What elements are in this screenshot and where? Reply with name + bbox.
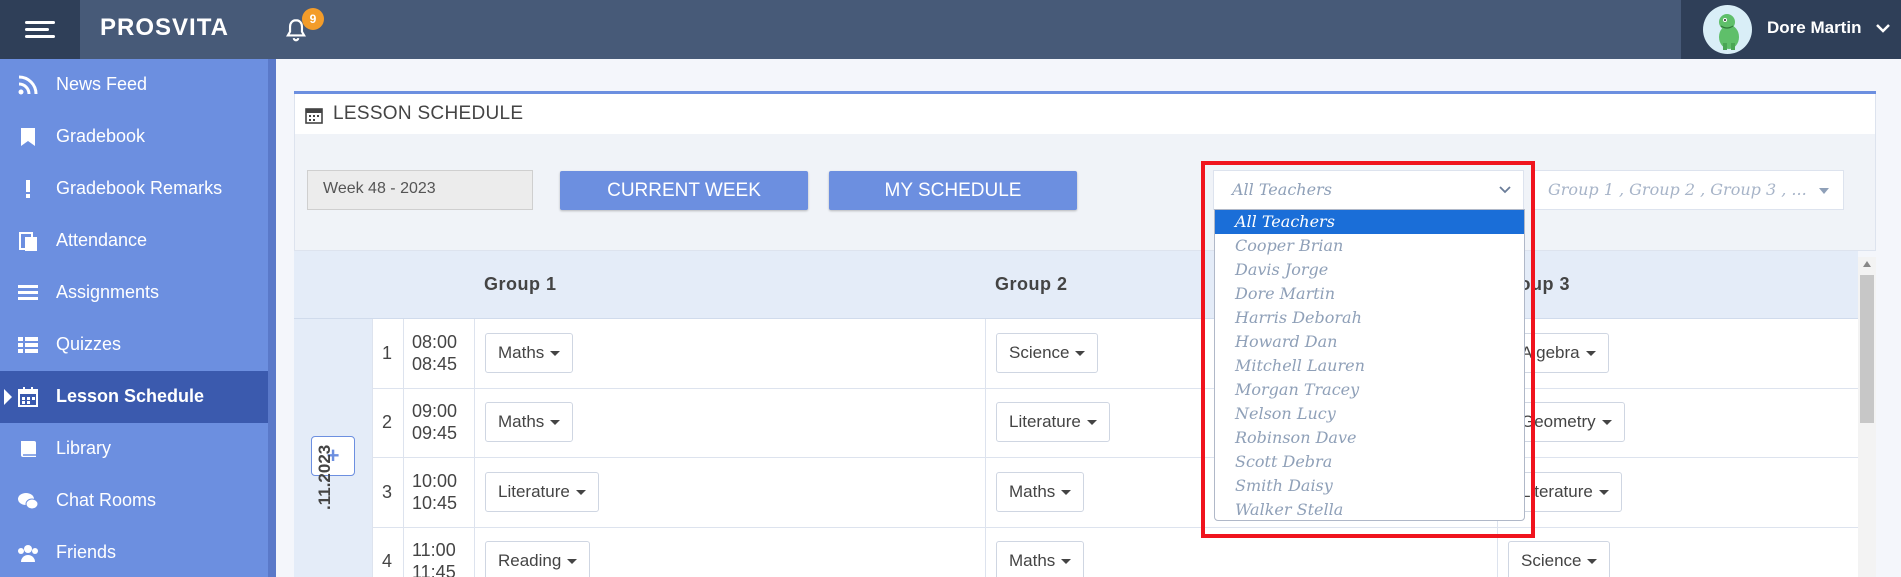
panel-header: LESSON SCHEDULE	[294, 94, 1876, 134]
sidebar-item-library[interactable]: Library	[0, 423, 268, 475]
row-divider	[372, 388, 1858, 389]
sidebar-item-friends[interactable]: Friends	[0, 527, 268, 577]
page-title: LESSON SCHEDULE	[333, 103, 524, 124]
sidebar-item-assignments[interactable]: Assignments	[0, 267, 268, 319]
sidebar-item-label: Lesson Schedule	[56, 386, 205, 406]
column-divider	[403, 319, 404, 577]
week-picker-input[interactable]: Week 48 - 2023	[307, 170, 533, 210]
my-schedule-button[interactable]: MY SCHEDULE	[829, 171, 1077, 210]
sidebar-item-label: Quizzes	[56, 334, 122, 354]
lesson-time: 11:00 11:45	[412, 540, 456, 577]
lesson-time: 08:00 08:45	[412, 332, 458, 374]
sidebar-item-news-feed[interactable]: News Feed	[0, 59, 268, 111]
sidebar-item-label: Attendance	[56, 230, 148, 250]
teacher-option[interactable]: Harris Deborah	[1215, 306, 1524, 330]
sidebar-item-label: Assignments	[56, 282, 160, 302]
users-icon	[18, 545, 38, 562]
teacher-option[interactable]: Walker Stella	[1215, 498, 1524, 520]
subject-dropdown[interactable]: Science	[996, 333, 1099, 373]
exclamation-icon	[26, 180, 30, 198]
lesson-number: 4	[381, 551, 392, 571]
row-divider	[372, 457, 1858, 458]
column-header-group-2: Group 2	[995, 274, 1068, 294]
list-icon	[18, 285, 38, 300]
top-bar: PROSVITA 9 Dore Martin	[0, 0, 1901, 59]
teacher-option[interactable]: Cooper Brian	[1215, 234, 1524, 258]
column-divider	[985, 319, 986, 577]
sidebar-item-label: News Feed	[56, 74, 148, 94]
bookmark-icon	[21, 128, 35, 146]
teacher-select[interactable]: All Teachers	[1213, 170, 1524, 210]
schedule-table-header: Group 1 Group 2 roup 3	[294, 251, 1858, 319]
avatar	[1703, 5, 1752, 54]
groups-select[interactable]: Group 1 , Group 2 , Group 3 , ...	[1531, 170, 1844, 210]
teacher-option[interactable]: Nelson Lucy	[1215, 402, 1524, 426]
dino-avatar-icon	[1719, 14, 1739, 50]
lesson-time: 10:00 10:45	[412, 471, 458, 513]
book-icon	[21, 441, 36, 457]
subject-dropdown[interactable]: Literature	[1508, 472, 1622, 512]
lesson-number: 3	[381, 482, 392, 502]
scroll-up-arrow-icon[interactable]	[1863, 261, 1871, 267]
subject-dropdown[interactable]: Literature	[485, 472, 599, 512]
sidebar-item-label: Library	[56, 438, 112, 458]
teacher-option[interactable]: All Teachers	[1215, 210, 1524, 234]
subject-dropdown[interactable]: Maths	[485, 402, 574, 442]
lesson-number: 1	[381, 343, 392, 363]
sidebar-item-label: Friends	[56, 542, 117, 562]
sidebar-item-quizzes[interactable]: Quizzes	[0, 319, 268, 371]
app-logo[interactable]: PROSVITA	[100, 14, 229, 42]
user-menu[interactable]: Dore Martin	[1681, 0, 1901, 59]
teacher-option[interactable]: Dore Martin	[1215, 282, 1524, 306]
column-divider	[474, 319, 475, 577]
sidebar-item-attendance[interactable]: Attendance	[0, 215, 268, 267]
subject-dropdown[interactable]: Maths	[996, 472, 1085, 512]
sidebar-item-label: Chat Rooms	[56, 490, 157, 510]
chevron-down-icon[interactable]	[1875, 20, 1891, 36]
checklist-icon	[18, 337, 38, 353]
active-caret-icon	[4, 389, 12, 405]
teacher-option[interactable]: Howard Dan	[1215, 330, 1524, 354]
chevron-down-icon	[1499, 186, 1511, 194]
column-header-group-1: Group 1	[484, 274, 557, 294]
sidebar-edge	[268, 59, 276, 577]
caret-down-icon	[1819, 188, 1829, 194]
clipboard-icon	[19, 232, 37, 251]
groups-select-value: Group 1 , Group 2 , Group 3 , ...	[1548, 180, 1807, 199]
teacher-option[interactable]: Mitchell Lauren	[1215, 354, 1524, 378]
row-divider	[372, 527, 1858, 528]
teacher-option[interactable]: Scott Debra	[1215, 450, 1524, 474]
subject-dropdown[interactable]: Literature	[996, 402, 1110, 442]
sidebar-item-label: Gradebook	[56, 126, 146, 146]
subject-dropdown[interactable]: Science	[1508, 541, 1611, 577]
menu-toggle-button[interactable]	[0, 0, 80, 59]
rss-icon	[18, 75, 38, 95]
teacher-option[interactable]: Davis Jorge	[1215, 258, 1524, 282]
chat-icon	[18, 493, 39, 510]
lesson-number: 2	[381, 412, 392, 432]
teacher-option[interactable]: Robinson Dave	[1215, 426, 1524, 450]
teacher-option[interactable]: Morgan Tracey	[1215, 378, 1524, 402]
calendar-icon	[18, 387, 38, 407]
teacher-select-value: All Teachers	[1232, 180, 1332, 199]
calendar-icon	[305, 108, 323, 124]
subject-dropdown[interactable]: Maths	[485, 333, 574, 373]
subject-dropdown[interactable]: Maths	[996, 541, 1085, 577]
hamburger-icon	[25, 20, 55, 39]
lesson-time: 09:00 09:45	[412, 401, 458, 443]
sidebar-item-gradebook-remarks[interactable]: Gradebook Remarks	[0, 163, 268, 215]
subject-dropdown[interactable]: Reading	[485, 541, 591, 577]
sidebar-item-chat-rooms[interactable]: Chat Rooms	[0, 475, 268, 527]
teacher-option[interactable]: Smith Daisy	[1215, 474, 1524, 498]
sidebar-item-gradebook[interactable]: Gradebook	[0, 111, 268, 163]
subject-dropdown[interactable]: Geometry	[1508, 402, 1625, 442]
sidebar-item-lesson-schedule[interactable]: Lesson Schedule	[0, 371, 268, 423]
notification-badge: 9	[302, 8, 324, 30]
sidebar-item-label: Gradebook Remarks	[56, 178, 223, 198]
teacher-dropdown-list: All Teachers Cooper Brian Davis Jorge Dore …	[1214, 209, 1525, 521]
user-name: Dore Martin	[1767, 18, 1862, 37]
scrollbar-thumb[interactable]	[1860, 275, 1874, 423]
current-week-button[interactable]: CURRENT WEEK	[560, 171, 808, 210]
